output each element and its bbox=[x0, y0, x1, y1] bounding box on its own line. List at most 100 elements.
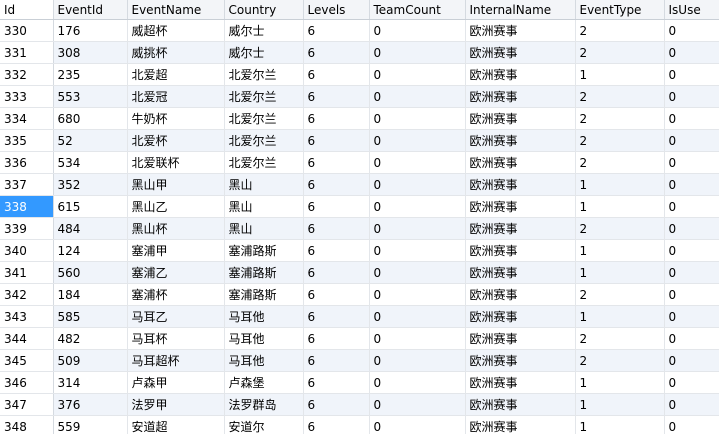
cell-teamcount[interactable]: 0 bbox=[369, 327, 466, 350]
table-row[interactable]: 333 553 北爱冠 北爱尔兰 6 0 欧洲赛事 2 0 bbox=[0, 85, 719, 108]
cell-isuse[interactable]: 0 bbox=[664, 415, 719, 434]
cell-levels[interactable]: 6 bbox=[303, 129, 370, 152]
cell-internalname[interactable]: 欧洲赛事 bbox=[465, 371, 576, 394]
row-header-id[interactable]: 345 bbox=[0, 349, 54, 372]
row-header-id[interactable]: 346 bbox=[0, 371, 54, 394]
cell-internalname[interactable]: 欧洲赛事 bbox=[465, 195, 576, 218]
table-row[interactable]: 336 534 北爱联杯 北爱尔兰 6 0 欧洲赛事 2 0 bbox=[0, 151, 719, 174]
cell-teamcount[interactable]: 0 bbox=[369, 85, 466, 108]
table-row[interactable]: 346 314 卢森甲 卢森堡 6 0 欧洲赛事 1 0 bbox=[0, 371, 719, 394]
row-header-id[interactable]: 330 bbox=[0, 19, 54, 42]
cell-teamcount[interactable]: 0 bbox=[369, 261, 466, 284]
cell-country[interactable]: 北爱尔兰 bbox=[224, 107, 304, 130]
row-header-id[interactable]: 332 bbox=[0, 63, 54, 86]
cell-internalname[interactable]: 欧洲赛事 bbox=[465, 107, 576, 130]
cell-eventid[interactable]: 482 bbox=[53, 327, 128, 350]
cell-eventtype[interactable]: 1 bbox=[575, 173, 665, 196]
cell-eventtype[interactable]: 1 bbox=[575, 195, 665, 218]
cell-eventid[interactable]: 235 bbox=[53, 63, 128, 86]
cell-eventname[interactable]: 塞浦杯 bbox=[127, 283, 225, 306]
cell-isuse[interactable]: 0 bbox=[664, 239, 719, 262]
cell-isuse[interactable]: 0 bbox=[664, 349, 719, 372]
table-row[interactable]: 345 509 马耳超杯 马耳他 6 0 欧洲赛事 2 0 bbox=[0, 349, 719, 372]
cell-eventid[interactable]: 680 bbox=[53, 107, 128, 130]
cell-isuse[interactable]: 0 bbox=[664, 63, 719, 86]
cell-eventname[interactable]: 黑山甲 bbox=[127, 173, 225, 196]
cell-eventtype[interactable]: 2 bbox=[575, 129, 665, 152]
cell-country[interactable]: 北爱尔兰 bbox=[224, 63, 304, 86]
cell-teamcount[interactable]: 0 bbox=[369, 107, 466, 130]
cell-isuse[interactable]: 0 bbox=[664, 371, 719, 394]
cell-internalname[interactable]: 欧洲赛事 bbox=[465, 41, 576, 64]
row-header-id[interactable]: 338 bbox=[0, 195, 54, 218]
cell-teamcount[interactable]: 0 bbox=[369, 41, 466, 64]
results-grid[interactable]: Id EventId EventName Country Levels TeamCount… bbox=[0, 0, 719, 434]
cell-teamcount[interactable]: 0 bbox=[369, 195, 466, 218]
cell-eventtype[interactable]: 1 bbox=[575, 239, 665, 262]
cell-country[interactable]: 马耳他 bbox=[224, 305, 304, 328]
cell-eventtype[interactable]: 1 bbox=[575, 305, 665, 328]
cell-eventname[interactable]: 安道超 bbox=[127, 415, 225, 434]
cell-teamcount[interactable]: 0 bbox=[369, 283, 466, 306]
cell-internalname[interactable]: 欧洲赛事 bbox=[465, 217, 576, 240]
cell-country[interactable]: 黑山 bbox=[224, 217, 304, 240]
cell-isuse[interactable]: 0 bbox=[664, 107, 719, 130]
cell-country[interactable]: 卢森堡 bbox=[224, 371, 304, 394]
table-row[interactable]: 338 615 黑山乙 黑山 6 0 欧洲赛事 1 0 bbox=[0, 195, 719, 218]
row-header-id[interactable]: 335 bbox=[0, 129, 54, 152]
cell-levels[interactable]: 6 bbox=[303, 195, 370, 218]
cell-levels[interactable]: 6 bbox=[303, 371, 370, 394]
table-row[interactable]: 335 52 北爱杯 北爱尔兰 6 0 欧洲赛事 2 0 bbox=[0, 129, 719, 152]
cell-eventname[interactable]: 牛奶杯 bbox=[127, 107, 225, 130]
cell-country[interactable]: 威尔士 bbox=[224, 41, 304, 64]
table-row[interactable]: 332 235 北爱超 北爱尔兰 6 0 欧洲赛事 1 0 bbox=[0, 63, 719, 86]
column-header-levels[interactable]: Levels bbox=[303, 0, 370, 20]
cell-isuse[interactable]: 0 bbox=[664, 195, 719, 218]
row-header-id[interactable]: 343 bbox=[0, 305, 54, 328]
row-header-id[interactable]: 348 bbox=[0, 415, 54, 434]
cell-eventname[interactable]: 塞浦甲 bbox=[127, 239, 225, 262]
row-header-id[interactable]: 339 bbox=[0, 217, 54, 240]
table-row[interactable]: 337 352 黑山甲 黑山 6 0 欧洲赛事 1 0 bbox=[0, 173, 719, 196]
cell-eventid[interactable]: 52 bbox=[53, 129, 128, 152]
cell-eventid[interactable]: 352 bbox=[53, 173, 128, 196]
cell-isuse[interactable]: 0 bbox=[664, 305, 719, 328]
cell-teamcount[interactable]: 0 bbox=[369, 151, 466, 174]
cell-country[interactable]: 黑山 bbox=[224, 195, 304, 218]
cell-isuse[interactable]: 0 bbox=[664, 151, 719, 174]
cell-eventtype[interactable]: 2 bbox=[575, 85, 665, 108]
cell-eventtype[interactable]: 2 bbox=[575, 41, 665, 64]
cell-eventtype[interactable]: 2 bbox=[575, 349, 665, 372]
cell-country[interactable]: 威尔士 bbox=[224, 19, 304, 42]
row-header-id[interactable]: 340 bbox=[0, 239, 54, 262]
cell-isuse[interactable]: 0 bbox=[664, 85, 719, 108]
cell-levels[interactable]: 6 bbox=[303, 283, 370, 306]
cell-levels[interactable]: 6 bbox=[303, 217, 370, 240]
cell-levels[interactable]: 6 bbox=[303, 63, 370, 86]
row-header-id[interactable]: 337 bbox=[0, 173, 54, 196]
cell-levels[interactable]: 6 bbox=[303, 85, 370, 108]
cell-eventname[interactable]: 马耳乙 bbox=[127, 305, 225, 328]
cell-eventtype[interactable]: 2 bbox=[575, 283, 665, 306]
cell-internalname[interactable]: 欧洲赛事 bbox=[465, 19, 576, 42]
cell-eventid[interactable]: 484 bbox=[53, 217, 128, 240]
column-header-isuse[interactable]: IsUse bbox=[664, 0, 719, 20]
cell-levels[interactable]: 6 bbox=[303, 349, 370, 372]
row-header-id[interactable]: 336 bbox=[0, 151, 54, 174]
cell-country[interactable]: 北爱尔兰 bbox=[224, 151, 304, 174]
cell-internalname[interactable]: 欧洲赛事 bbox=[465, 415, 576, 434]
cell-internalname[interactable]: 欧洲赛事 bbox=[465, 393, 576, 416]
row-header-id[interactable]: 342 bbox=[0, 283, 54, 306]
table-row[interactable]: 343 585 马耳乙 马耳他 6 0 欧洲赛事 1 0 bbox=[0, 305, 719, 328]
cell-eventname[interactable]: 马耳杯 bbox=[127, 327, 225, 350]
cell-eventtype[interactable]: 2 bbox=[575, 19, 665, 42]
cell-country[interactable]: 黑山 bbox=[224, 173, 304, 196]
cell-eventid[interactable]: 509 bbox=[53, 349, 128, 372]
cell-internalname[interactable]: 欧洲赛事 bbox=[465, 349, 576, 372]
cell-eventid[interactable]: 534 bbox=[53, 151, 128, 174]
column-header-internalname[interactable]: InternalName bbox=[465, 0, 576, 20]
cell-eventname[interactable]: 北爱超 bbox=[127, 63, 225, 86]
cell-eventid[interactable]: 184 bbox=[53, 283, 128, 306]
cell-eventname[interactable]: 黑山乙 bbox=[127, 195, 225, 218]
row-header-id[interactable]: 347 bbox=[0, 393, 54, 416]
